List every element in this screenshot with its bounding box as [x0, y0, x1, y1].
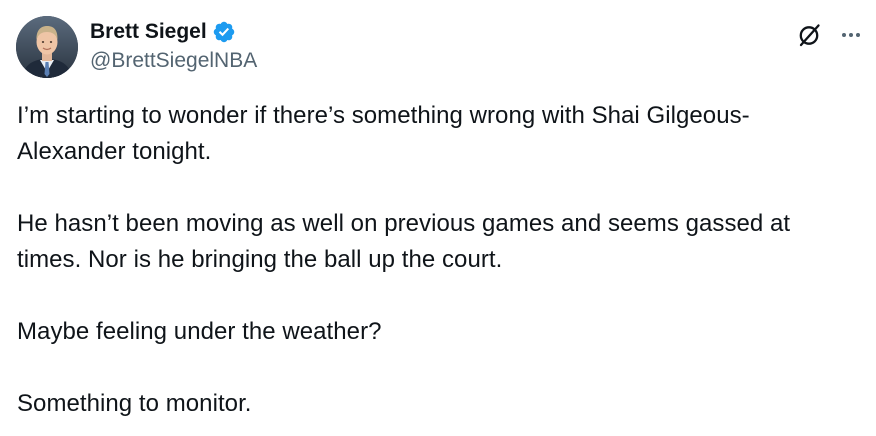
tweet-text: I’m starting to wonder if there’s someth… — [17, 98, 867, 422]
avatar[interactable] — [16, 16, 78, 78]
grok-slash-circle-icon[interactable] — [794, 20, 824, 50]
author-info: Brett Siegel @BrettSiegelNBA — [90, 18, 257, 75]
tweet-paragraph: Maybe feeling under the weather? — [17, 314, 867, 350]
tweet-card: Brett Siegel @BrettSiegelNBA I’m startin… — [0, 0, 876, 436]
tweet-line: He hasn’t been moving as well on previou… — [17, 210, 791, 237]
tweet-paragraph: He hasn’t been moving as well on previou… — [17, 206, 867, 278]
author-display-name[interactable]: Brett Siegel — [90, 18, 207, 46]
tweet-actions — [794, 20, 866, 50]
author-handle[interactable]: @BrettSiegelNBA — [90, 47, 257, 75]
avatar-photo — [16, 16, 78, 78]
tweet-line: times. Nor is he bringing the ball up th… — [17, 246, 503, 273]
verified-badge-icon[interactable] — [212, 20, 236, 44]
tweet-line: Maybe feeling under the weather? — [17, 318, 382, 345]
tweet-paragraph: Something to monitor. — [17, 386, 867, 422]
more-horizontal-icon[interactable] — [836, 20, 866, 50]
name-row: Brett Siegel — [90, 18, 257, 46]
tweet-paragraph: I’m starting to wonder if there’s someth… — [17, 98, 867, 170]
tweet-line: Alexander tonight. — [17, 138, 212, 165]
tweet-line: Something to monitor. — [17, 390, 252, 417]
tweet-line: I’m starting to wonder if there’s someth… — [17, 102, 750, 129]
